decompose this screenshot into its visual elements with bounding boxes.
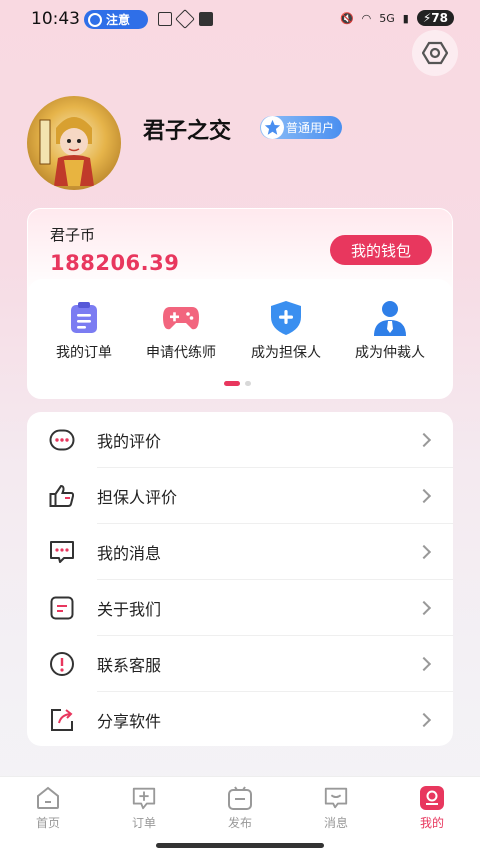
page-dot-active xyxy=(224,381,240,386)
quick-action-label: 申请代练师 xyxy=(146,345,216,361)
avatar-figure-icon xyxy=(39,117,94,186)
chevron-right-icon xyxy=(416,712,432,728)
order-clipboard-icon xyxy=(65,299,103,337)
quick-actions-panel: 我的订单 申请代练师 成为担保人 成为仲裁人 xyxy=(28,279,452,398)
menu-item-guarantor-reviews[interactable]: 担保人评价 xyxy=(27,468,453,524)
my-wallet-button[interactable]: 我的钱包 xyxy=(330,235,432,265)
tab-label: 订单 xyxy=(131,816,156,830)
quick-action-label: 成为担保人 xyxy=(251,345,321,361)
diamond-icon xyxy=(175,9,195,29)
menu-item-label: 担保人评价 xyxy=(97,488,178,507)
status-bar: 10:43 注意 🔇 ◠ 5G ▮ ⚡78 xyxy=(0,0,480,38)
scan-icon xyxy=(158,12,172,26)
quick-action-label: 成为仲裁人 xyxy=(355,345,425,361)
battery-level: 78 xyxy=(431,11,448,25)
quick-action-become-arbiter[interactable]: 成为仲裁人 xyxy=(337,299,443,362)
network-label: 5G xyxy=(379,11,395,25)
menu-item-about-us[interactable]: 关于我们 xyxy=(27,580,453,636)
share-icon xyxy=(48,706,76,734)
check-box-icon xyxy=(199,12,213,26)
order-icon xyxy=(131,785,157,811)
profile-icon xyxy=(419,785,445,811)
menu-item-label: 我的消息 xyxy=(97,544,162,563)
tab-label: 发布 xyxy=(227,816,252,830)
page-dot xyxy=(245,381,251,386)
quick-action-my-orders[interactable]: 我的订单 xyxy=(31,299,137,362)
mute-icon: 🔇 xyxy=(339,11,354,25)
menu-item-contact-support[interactable]: 联系客服 xyxy=(27,636,453,692)
user-level-label: 普通用户 xyxy=(286,121,335,135)
avatar[interactable] xyxy=(27,96,121,190)
settings-button[interactable] xyxy=(412,30,458,76)
wifi-icon: ◠ xyxy=(361,11,372,25)
menu-item-my-messages[interactable]: 我的消息 xyxy=(27,524,453,580)
bottom-tab-bar: 首页 订单 发布 消息 我的 xyxy=(0,776,480,836)
tab-profile[interactable]: 我的 xyxy=(384,777,480,836)
menu-item-label: 我的评价 xyxy=(97,432,162,451)
tab-home[interactable]: 首页 xyxy=(0,777,96,836)
chat-icon xyxy=(323,785,349,811)
chevron-right-icon xyxy=(416,544,432,560)
menu-list: 我的评价 担保人评价 我的消息 关于我们 联系客服 分享软件 xyxy=(27,412,453,746)
notice-pill: 注意 xyxy=(84,10,148,29)
signal-icon: ▮ xyxy=(402,11,409,25)
menu-item-share-app[interactable]: 分享软件 xyxy=(27,692,453,748)
status-time: 10:43 xyxy=(31,9,80,29)
info-card-icon xyxy=(48,594,76,622)
menu-item-label: 关于我们 xyxy=(97,600,162,619)
settings-icon xyxy=(422,41,448,65)
gamepad-icon xyxy=(162,299,200,337)
status-right: 🔇 ◠ 5G ▮ ⚡78 xyxy=(340,10,454,26)
shield-plus-icon xyxy=(267,299,305,337)
wallet-card: 君子币 188206.39 我的钱包 我的订单 申请代练师 成为担保人 成为仲裁… xyxy=(27,208,453,399)
page-indicator xyxy=(224,381,251,386)
tab-messages[interactable]: 消息 xyxy=(288,777,384,836)
arbiter-person-icon xyxy=(371,299,409,337)
star-badge-icon xyxy=(261,116,284,139)
tab-label: 首页 xyxy=(35,816,60,830)
user-level-badge: 普通用户 xyxy=(260,116,343,139)
thumbs-up-icon xyxy=(48,482,76,510)
alert-circle-icon xyxy=(48,650,76,678)
tab-publish[interactable]: 发布 xyxy=(192,777,288,836)
tab-label: 消息 xyxy=(323,816,348,830)
wallet-label: 君子币 xyxy=(50,226,96,244)
message-icon xyxy=(48,538,76,566)
chevron-right-icon xyxy=(416,432,432,448)
quick-action-become-guarantor[interactable]: 成为担保人 xyxy=(233,299,339,362)
wallet-amount: 188206.39 xyxy=(50,251,180,275)
menu-item-label: 分享软件 xyxy=(97,712,162,731)
quick-action-apply-booster[interactable]: 申请代练师 xyxy=(128,299,234,362)
notice-label: 注意 xyxy=(106,13,131,27)
notice-icon xyxy=(88,12,102,27)
publish-icon xyxy=(227,785,253,811)
chevron-right-icon xyxy=(416,656,432,672)
tab-orders[interactable]: 订单 xyxy=(96,777,192,836)
home-indicator[interactable] xyxy=(156,843,324,848)
home-icon xyxy=(35,785,61,811)
tab-label: 我的 xyxy=(419,816,444,830)
chevron-right-icon xyxy=(416,600,432,616)
menu-item-label: 联系客服 xyxy=(97,656,162,675)
user-name: 君子之交 xyxy=(143,119,232,144)
chevron-right-icon xyxy=(416,488,432,504)
comment-dots-icon xyxy=(48,426,76,454)
quick-action-label: 我的订单 xyxy=(56,345,112,361)
menu-item-my-reviews[interactable]: 我的评价 xyxy=(27,412,453,468)
battery-icon: ⚡78 xyxy=(416,10,454,26)
